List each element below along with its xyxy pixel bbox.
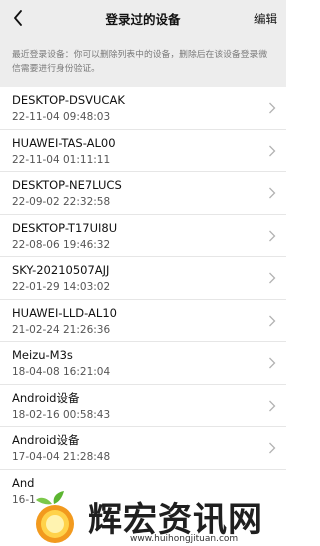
device-login-time: 22-11-04 01:11:11	[12, 153, 111, 166]
device-item[interactable]: DESKTOP-T17UI8U 22-08-06 19:46:32	[0, 215, 286, 257]
watermark-url: www.huihongjituan.com	[130, 534, 239, 544]
device-name: DESKTOP-DSVUCAK	[12, 93, 125, 107]
notice-text: 最近登录设备：你可以删除列表中的设备，删除后在该设备登录微信需要进行身份验证。	[0, 37, 286, 87]
device-name: And	[12, 475, 35, 490]
device-list: DESKTOP-DSVUCAK 22-11-04 09:48:03 HUAWEI…	[0, 87, 286, 512]
device-item[interactable]: SKY-20210507AJJ 22-01-29 14:03:02	[0, 257, 286, 300]
device-name: HUAWEI-TAS-AL00	[12, 135, 116, 150]
device-login-time: 22-01-29 14:03:02	[12, 281, 111, 293]
device-item[interactable]: DESKTOP-DSVUCAK 22-11-04 09:48:03	[0, 87, 286, 130]
device-item[interactable]: Android设备 18-02-16 00:58:43	[0, 385, 286, 427]
device-item[interactable]: Android设备 17-04-04 21:28:48	[0, 427, 286, 470]
chevron-right-icon	[269, 102, 276, 114]
device-item[interactable]: HUAWEI-LLD-AL10 21-02-24 21:26:36	[0, 300, 286, 342]
chevron-right-icon	[269, 272, 276, 284]
device-item[interactable]: HUAWEI-TAS-AL00 22-11-04 01:11:11	[0, 130, 286, 172]
device-login-time: 22-09-02 22:32:58	[12, 196, 111, 208]
device-login-time: 22-11-04 09:48:03	[12, 111, 111, 123]
device-login-time: 16-1	[12, 493, 36, 506]
device-name: DESKTOP-NE7LUCS	[12, 178, 122, 192]
device-login-time: 22-08-06 19:46:32	[12, 238, 111, 251]
device-login-time: 18-04-08 16:21:04	[12, 366, 111, 378]
device-item[interactable]: DESKTOP-NE7LUCS 22-09-02 22:32:58	[0, 172, 286, 215]
device-login-time: 17-04-04 21:28:48	[12, 451, 111, 463]
device-name: Android设备	[12, 433, 80, 447]
device-name: DESKTOP-T17UI8U	[12, 220, 118, 235]
chevron-right-icon	[269, 230, 276, 241]
device-item[interactable]: Meizu-M3s 18-04-08 16:21:04	[0, 342, 286, 385]
device-name: Meizu-M3s	[12, 348, 73, 362]
edit-button[interactable]: 编辑	[254, 11, 277, 27]
back-button[interactable]	[8, 8, 28, 28]
chevron-left-icon	[14, 10, 22, 26]
chevron-right-icon	[269, 315, 276, 326]
device-login-time: 21-02-24 21:26:36	[12, 323, 111, 336]
device-name: Android设备	[12, 390, 80, 405]
chevron-right-icon	[269, 442, 276, 454]
chevron-right-icon	[269, 357, 276, 369]
chevron-right-icon	[269, 400, 276, 411]
device-name: SKY-20210507AJJ	[12, 263, 110, 277]
chevron-right-icon	[269, 145, 276, 156]
device-item[interactable]: And 16-1	[0, 470, 286, 513]
device-name: HUAWEI-LLD-AL10	[12, 305, 117, 320]
chevron-right-icon	[269, 187, 276, 199]
device-login-time: 18-02-16 00:58:43	[12, 408, 111, 421]
page-title: 登录过的设备	[105, 12, 181, 27]
navigation-bar: 登录过的设备 编辑	[0, 0, 286, 37]
